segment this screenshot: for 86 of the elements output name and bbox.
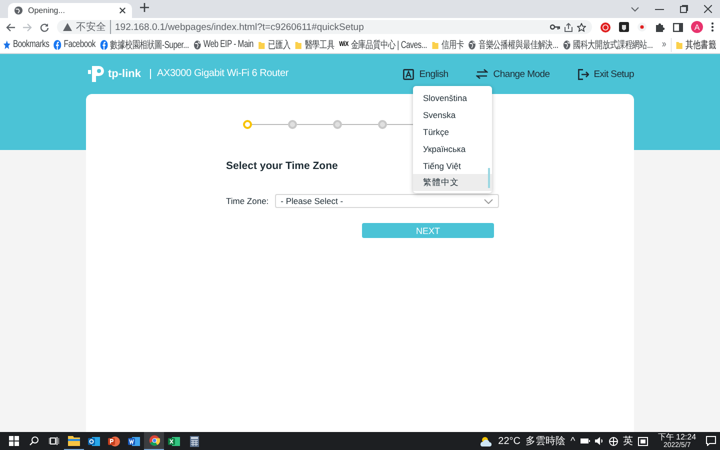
bookmark[interactable]: Bookmarks [3,39,50,50]
browser-tab[interactable]: Opening... [8,3,132,18]
calculator-icon[interactable] [190,436,198,446]
bookmark[interactable]: 音樂公播權與最佳解決... [468,38,558,52]
key-icon[interactable] [550,24,560,30]
search-icon[interactable] [29,436,39,446]
bookmark[interactable]: 信用卡 [432,38,464,52]
logo-icon [86,66,104,82]
more-bookmarks[interactable]: » [662,39,666,50]
globe-icon [468,40,476,50]
windows-icon[interactable] [9,436,19,446]
spreadsheet-app-icon[interactable] [168,436,180,446]
header-link[interactable]: Change Mode [476,68,550,80]
speaker-icon[interactable] [595,437,604,445]
dot-extension-icon[interactable] [637,22,647,32]
globe-icon [14,6,23,15]
globe-icon [193,40,202,50]
new-tab-icon[interactable] [140,3,149,12]
record-icon[interactable] [600,22,611,32]
scrollbar-thumb[interactable] [488,168,490,188]
document-app-icon[interactable] [128,436,140,446]
url-text: 192.168.0.1/webpages/index.html?t=c9260611#quickSetup [115,22,364,32]
warning-icon [63,23,72,31]
browser-app-icon[interactable] [148,435,160,446]
close-icon[interactable] [704,5,712,13]
battery-icon[interactable] [580,438,590,444]
language-option[interactable]: Slovenština [413,89,492,106]
input-method[interactable]: 英 [623,434,634,448]
language-option[interactable]: Türkçe [413,123,492,140]
header-link[interactable]: Exit Setup [578,68,634,80]
section-title: Select your Time Zone [226,160,338,172]
folder-icon [432,40,440,50]
exit-icon [578,68,589,80]
back-icon[interactable] [6,22,15,32]
folder-icon[interactable] [68,435,80,446]
facebook-icon [54,40,62,50]
restore-icon[interactable] [680,5,688,13]
slides-app-icon[interactable] [108,436,120,446]
language-option[interactable]: Tiếng Việt [413,157,492,174]
chevron-down-icon[interactable] [631,6,639,12]
bookmark[interactable]: 國科大開放式課程網站... [562,38,653,52]
puzzle-icon[interactable] [655,22,665,32]
star-outline-icon[interactable] [577,22,586,32]
task-view-icon[interactable] [49,436,59,446]
taskbar-button[interactable] [144,432,164,450]
folder-icon [676,40,684,50]
weather-text: 多雲時陰 [525,434,566,448]
mail-app-icon[interactable] [88,436,100,446]
temperature-text: 22°C [498,436,520,446]
language-option[interactable]: Svenska [413,106,492,123]
bookmark[interactable]: 數據校園相狀圖-Super... [100,38,189,52]
minimize-icon[interactable] [655,8,664,10]
security-label: 不安全 [76,20,111,34]
folder-icon [294,40,302,50]
notification-icon[interactable] [706,436,716,446]
side-panel-icon[interactable] [673,22,683,32]
swap-icon [476,69,488,79]
bookmark-folder[interactable]: 其他書籤 [670,38,716,52]
bookmark[interactable]: 已匯入 [258,38,290,52]
bookmark[interactable]: Web EIP - Main [193,39,254,50]
language-icon [403,68,414,80]
bookmark[interactable]: 醫學工具 [294,38,334,52]
header-link[interactable]: English [403,68,448,80]
facebook-icon [100,40,108,50]
extension-icon[interactable] [619,22,629,32]
weather-icon [480,436,494,446]
chevron-down-icon [484,198,493,204]
brand-logo-text: tp-link [108,68,141,80]
bookmark[interactable]: Facebook [54,39,96,50]
tray-chevron[interactable]: ^ [570,436,576,446]
close-icon[interactable] [119,7,126,14]
profile-avatar[interactable]: A [691,21,703,33]
field-label: Time Zone: [226,196,269,206]
globe-icon [562,40,571,50]
share-icon[interactable] [564,22,573,32]
address-bar[interactable]: 不安全 192.168.0.1/webpages/index.html?t=c9260611#quickSetup [57,20,592,34]
more-icon[interactable] [711,22,714,32]
globe-icon[interactable] [609,436,618,446]
reload-icon[interactable] [40,22,49,32]
time-zone-select[interactable]: - Please Select - [274,194,499,208]
folder-icon [258,40,266,50]
star-icon [3,40,11,50]
language-option[interactable]: 繁體中文 [413,174,492,191]
product-title: AX3000 Gigabit Wi-Fi 6 Router [150,69,288,79]
language-option[interactable]: Українська [413,140,492,157]
keyboard-icon[interactable] [638,436,648,446]
